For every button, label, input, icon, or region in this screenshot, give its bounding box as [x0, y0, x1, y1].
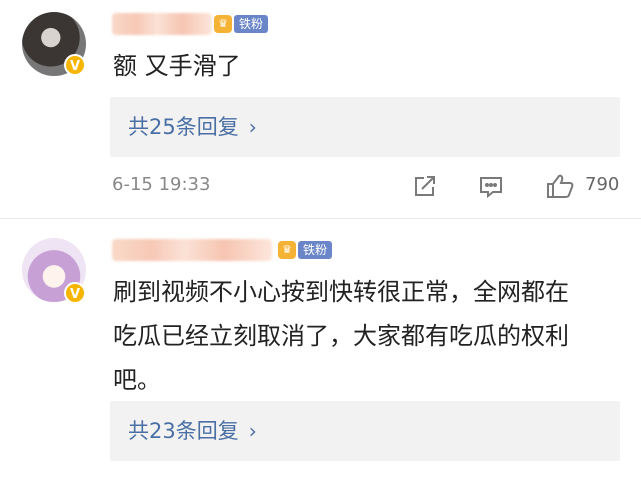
- fan-badge: ♛ 铁粉: [278, 239, 333, 261]
- view-replies-label: 共25条回复: [128, 115, 239, 139]
- fan-badge-label: 铁粉: [234, 15, 269, 33]
- comment-text: 刷到视频不小心按到快转很正常，全网都在 吃瓜已经立刻取消了，大家都有吃瓜的权利 …: [113, 270, 633, 402]
- like-count: 790: [585, 174, 620, 195]
- fan-badge: ♛ 铁粉: [214, 13, 269, 35]
- comment-icon[interactable]: [477, 172, 505, 200]
- crown-icon: ♛: [278, 241, 296, 259]
- comment-meta-row: 6-15 19:33 790: [0, 168, 641, 208]
- share-icon[interactable]: [411, 172, 439, 200]
- comment-text: 额 又手滑了: [113, 52, 241, 80]
- comment-text-line-3: 吧。: [113, 366, 161, 394]
- view-replies-label: 共23条回复: [128, 419, 239, 443]
- chevron-right-icon: ›: [248, 419, 257, 443]
- comment-text-line-1: 刷到视频不小心按到快转很正常，全网都在: [113, 278, 569, 306]
- crown-icon: ♛: [214, 15, 232, 33]
- comment-text-line-2: 吃瓜已经立刻取消了，大家都有吃瓜的权利: [113, 322, 569, 350]
- reply-summary-box[interactable]: 共25条回复 ›: [110, 97, 620, 157]
- verified-badge-icon: V: [64, 54, 86, 76]
- thumbs-up-icon[interactable]: [545, 172, 575, 200]
- view-replies-link[interactable]: 共25条回复 ›: [128, 97, 257, 157]
- reply-summary-box[interactable]: 共23条回复 ›: [110, 401, 620, 461]
- username-blurred[interactable]: [112, 13, 212, 35]
- username-blurred[interactable]: [112, 239, 272, 261]
- comment-divider: [0, 218, 641, 219]
- view-replies-link[interactable]: 共23条回复 ›: [128, 401, 257, 461]
- fan-badge-label: 铁粉: [298, 241, 333, 259]
- comment-timestamp: 6-15 19:33: [112, 174, 211, 195]
- verified-badge-icon: V: [64, 282, 86, 304]
- chevron-right-icon: ›: [248, 115, 257, 139]
